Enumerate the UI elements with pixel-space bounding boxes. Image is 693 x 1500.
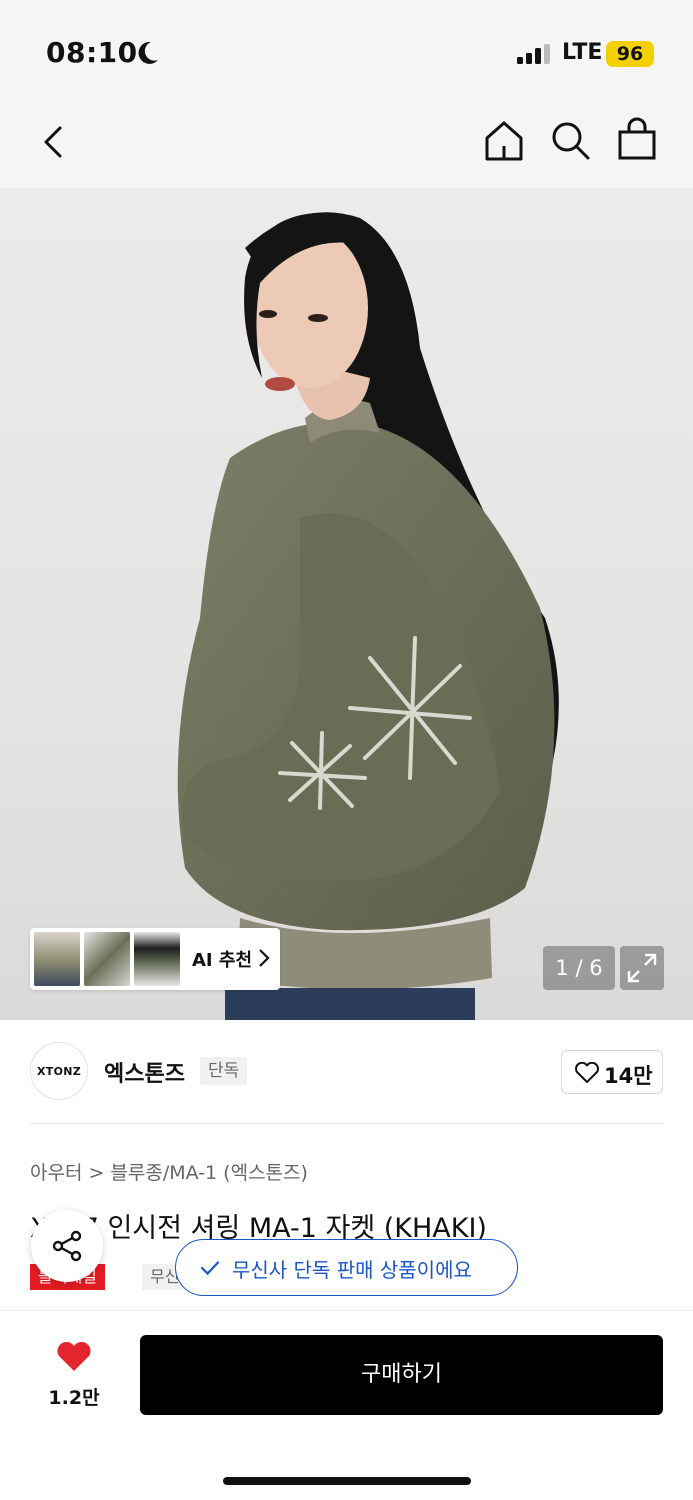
share-icon xyxy=(52,1230,82,1262)
check-icon xyxy=(200,1261,220,1276)
model-photo xyxy=(177,212,559,1020)
expand-button[interactable] xyxy=(620,946,664,990)
battery-level: 96 xyxy=(606,41,654,67)
search-button[interactable] xyxy=(548,118,592,164)
wish-count: 1.2만 xyxy=(48,1387,100,1409)
breadcrumb-separator: > xyxy=(88,1162,105,1184)
buy-button[interactable]: 구매하기 xyxy=(140,1335,663,1415)
search-icon xyxy=(552,122,590,160)
bottom-bar: 1.2만 구매하기 xyxy=(0,1310,693,1500)
brand-row[interactable]: XTONZ 엑스톤즈 단독 14만 xyxy=(0,1020,693,1124)
divider xyxy=(30,1123,663,1124)
wish-button[interactable]: 1.2만 xyxy=(36,1337,112,1417)
heart-outline-icon xyxy=(575,1062,599,1083)
thumbnail-2[interactable] xyxy=(84,932,130,986)
toast-text: 무신사 단독 판매 상품이에요 xyxy=(232,1258,472,1282)
ai-recommend-strip[interactable]: AI 추천 xyxy=(30,928,280,990)
home-button[interactable] xyxy=(482,118,526,164)
signal-icon xyxy=(517,44,550,64)
brand-like-button[interactable]: 14만 xyxy=(561,1050,663,1094)
chevron-right-icon xyxy=(259,949,270,967)
brand-name[interactable]: 엑스톤즈 xyxy=(104,1056,185,1088)
breadcrumb-subcategory[interactable]: 블루종/MA-1 (엑스톤즈) xyxy=(110,1162,308,1184)
heart-filled-icon xyxy=(57,1341,91,1371)
brand-like-count: 14만 xyxy=(604,1064,653,1088)
share-button[interactable] xyxy=(31,1210,103,1282)
product-image[interactable]: AI 추천 1 / 6 xyxy=(0,188,693,1020)
status-bar: 08:10 LTE 96 xyxy=(0,0,693,100)
expand-icon xyxy=(627,953,657,983)
ai-recommend-label: AI 추천 xyxy=(192,950,253,971)
thumbnail-1[interactable] xyxy=(34,932,80,986)
home-indicator xyxy=(223,1477,471,1485)
brand-logo[interactable]: XTONZ xyxy=(30,1042,88,1100)
page-indicator: 1 / 6 xyxy=(543,946,615,990)
status-time: 08:10 xyxy=(46,36,138,69)
app-header xyxy=(0,100,693,188)
exclusive-tag: 단독 xyxy=(200,1057,248,1085)
exclusive-toast: 무신사 단독 판매 상품이에요 xyxy=(175,1239,518,1296)
home-icon xyxy=(485,121,523,161)
breadcrumb: 아우터 > 블루종/MA-1 (엑스톤즈) xyxy=(30,1158,308,1185)
back-icon xyxy=(44,126,62,158)
breadcrumb-category[interactable]: 아우터 xyxy=(30,1162,82,1184)
thumbnail-3[interactable] xyxy=(134,932,180,986)
network-label: LTE xyxy=(562,40,603,65)
back-button[interactable] xyxy=(36,120,72,164)
bag-icon xyxy=(618,117,656,160)
moon-icon xyxy=(138,41,158,64)
bag-button[interactable] xyxy=(614,116,660,164)
